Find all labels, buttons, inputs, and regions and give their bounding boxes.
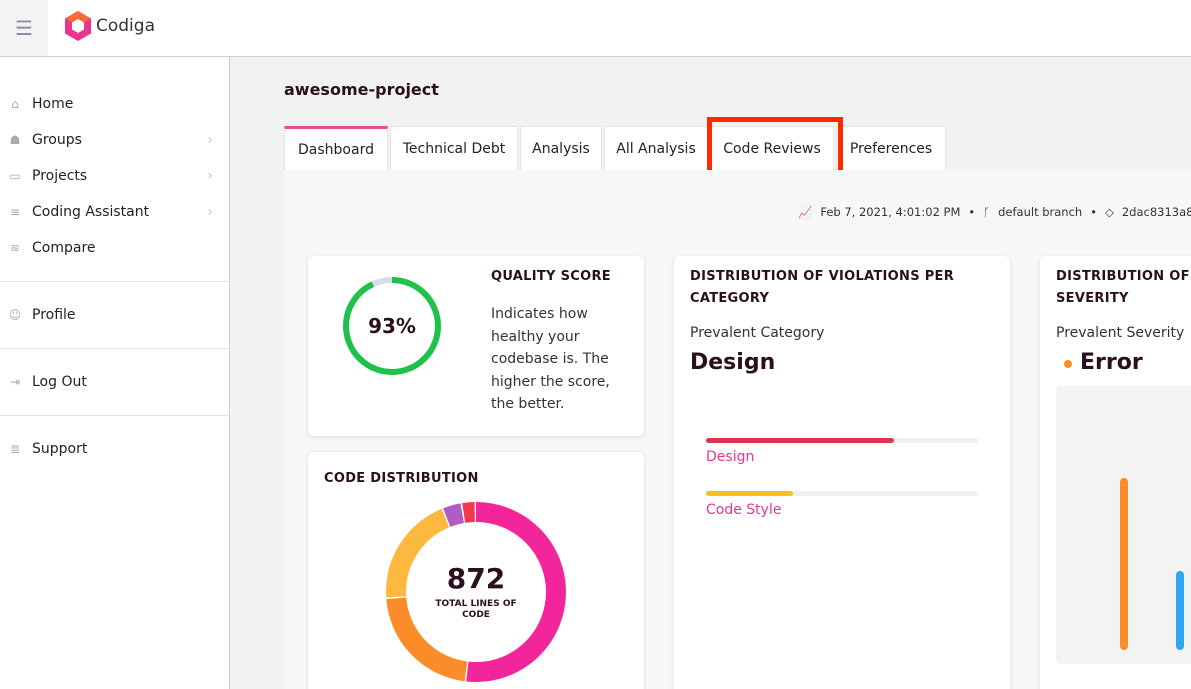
- list-icon: ≡: [9, 205, 21, 219]
- divider: [0, 348, 229, 349]
- sidebar-item-projects[interactable]: ▭ Projects ›: [0, 162, 229, 190]
- sidebar-item-support[interactable]: ≣ Support: [0, 435, 229, 463]
- menu-icon[interactable]: ☰: [0, 0, 48, 56]
- page-title: awesome-project: [284, 80, 439, 99]
- category-bar-design: [706, 438, 978, 443]
- quality-score-value: 93%: [368, 314, 416, 338]
- sidebar-item-label: Groups: [32, 132, 82, 148]
- analysis-date: Feb 7, 2021, 4:01:02 PM: [820, 205, 961, 219]
- branch-icon: ᚴ: [983, 205, 991, 219]
- codiga-logo-icon: [65, 11, 91, 41]
- chevron-right-icon: ›: [207, 168, 213, 184]
- separator-dot: •: [968, 205, 976, 219]
- category-label-code-style[interactable]: Code Style: [706, 502, 781, 518]
- chevron-right-icon: ›: [207, 132, 213, 148]
- sidebar-item-label: Home: [32, 96, 74, 112]
- severity-dot-icon: [1064, 360, 1072, 368]
- prevalent-category-label: Prevalent Category: [690, 325, 825, 341]
- tab-dashboard[interactable]: Dashboard: [284, 126, 388, 170]
- sidebar-item-compare[interactable]: ≋ Compare: [0, 234, 229, 262]
- prevalent-category-value: Design: [690, 350, 776, 375]
- chart-icon: 📈: [798, 205, 813, 219]
- severity-title-line-1: DISTRIBUTION OF V: [1056, 269, 1191, 284]
- total-lines-value: 872: [446, 562, 506, 595]
- quality-score-title: QUALITY SCORE: [491, 269, 611, 284]
- analysis-meta: 📈 Feb 7, 2021, 4:01:02 PM • ᚴ default br…: [798, 205, 1191, 219]
- code-distribution-title: CODE DISTRIBUTION: [324, 471, 479, 486]
- violations-category-title: DISTRIBUTION OF VIOLATIONS PER CATEGORY: [690, 269, 955, 306]
- code-distribution-card: CODE DISTRIBUTION 872 TOTAL LINES OF COD…: [308, 452, 644, 689]
- quality-score-card: 93% QUALITY SCORE Indicates how healthy …: [308, 256, 644, 436]
- violations-severity-title: DISTRIBUTION OF V SEVERITY: [1056, 266, 1191, 310]
- sidebar-item-groups[interactable]: ☗ Groups ›: [0, 126, 229, 154]
- sidebar-item-label: Support: [32, 441, 88, 457]
- prevalent-severity-label: Prevalent Severity: [1056, 325, 1185, 341]
- branch-name: default branch: [998, 205, 1083, 219]
- tab-all-analysis[interactable]: All Analysis: [604, 126, 708, 170]
- severity-title-line-2: SEVERITY: [1056, 291, 1129, 306]
- sidebar-item-profile[interactable]: ☺ Profile: [0, 301, 229, 329]
- sidebar-item-label: Compare: [32, 240, 96, 256]
- prevalent-severity-value: Error: [1080, 350, 1143, 375]
- quality-score-description: Indicates how healthy your codebase is. …: [491, 306, 610, 412]
- sidebar: ⌂ Home ☗ Groups › ▭ Projects › ≡ Coding …: [0, 57, 230, 689]
- severity-bar-error: [1120, 478, 1128, 650]
- top-bar: ☰ Codiga: [0, 0, 1191, 57]
- category-label-design[interactable]: Design: [706, 449, 754, 465]
- category-bar-fill: [706, 438, 894, 443]
- severity-bar-warning: [1176, 570, 1184, 650]
- tab-analysis[interactable]: Analysis: [520, 126, 602, 170]
- user-icon: ☺: [8, 308, 22, 322]
- chevron-right-icon: ›: [207, 204, 213, 220]
- divider: [0, 281, 229, 282]
- violations-severity-card: DISTRIBUTION OF V SEVERITY Prevalent Sev…: [1040, 256, 1191, 689]
- category-bar-code-style: [706, 491, 978, 496]
- tab-technical-debt[interactable]: Technical Debt: [390, 126, 518, 170]
- sidebar-item-label: Log Out: [32, 374, 87, 390]
- severity-chart-area: [1056, 386, 1191, 664]
- sidebar-item-coding-assistant[interactable]: ≡ Coding Assistant ›: [0, 198, 229, 226]
- support-icon: ≣: [9, 442, 21, 456]
- sidebar-item-label: Projects: [32, 168, 88, 184]
- layers-icon: ≋: [9, 241, 21, 255]
- app-name: Codiga: [96, 16, 155, 36]
- commit-hash: 2dac8313a8eaa: [1121, 205, 1191, 219]
- total-lines-label: TOTAL LINES OF CODE: [435, 599, 517, 620]
- violations-category-card: DISTRIBUTION OF VIOLATIONS PER CATEGORY …: [674, 256, 1010, 689]
- tab-code-reviews[interactable]: Code Reviews: [710, 126, 834, 170]
- sidebar-item-label: Profile: [32, 307, 76, 323]
- logout-icon: ⇥: [9, 375, 21, 389]
- groups-icon: ☗: [9, 133, 21, 147]
- divider: [0, 415, 229, 416]
- sidebar-item-logout[interactable]: ⇥ Log Out: [0, 368, 229, 396]
- sidebar-item-home[interactable]: ⌂ Home: [0, 90, 229, 118]
- home-icon: ⌂: [11, 97, 19, 111]
- tab-preferences[interactable]: Preferences: [836, 126, 946, 170]
- category-bar-fill: [706, 491, 794, 496]
- separator-dot: •: [1090, 205, 1097, 219]
- tab-bar: Dashboard Technical Debt Analysis All An…: [284, 126, 948, 170]
- projects-icon: ▭: [9, 169, 21, 183]
- commit-icon: ◇: [1105, 205, 1114, 219]
- sidebar-item-label: Coding Assistant: [32, 204, 150, 220]
- codiga-logo[interactable]: Codiga: [64, 10, 155, 42]
